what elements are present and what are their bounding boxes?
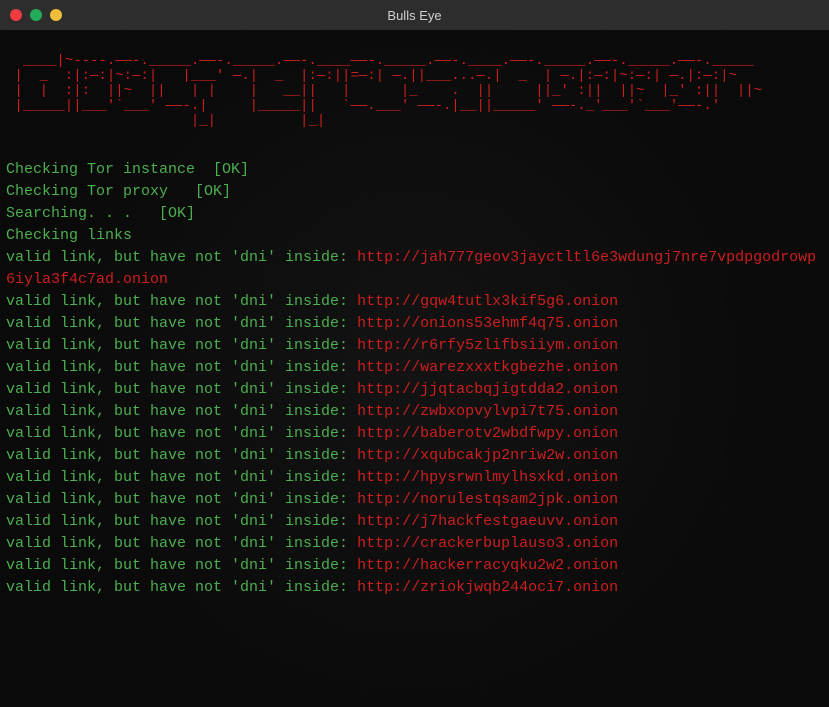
onion-url: http://zwbxopvylvpi7t75.onion [357,403,618,420]
check-label: Searching. . . [6,205,159,222]
link-line: valid link, but have not 'dni' inside: h… [6,489,823,511]
onion-url: http://zriokjwqb244oci7.onion [357,579,618,596]
links-list: valid link, but have not 'dni' inside: h… [6,247,823,599]
link-prefix: valid link, but have not 'dni' inside: [6,579,357,596]
window-controls [0,9,62,21]
link-prefix: valid link, but have not 'dni' inside: [6,381,357,398]
link-line: valid link, but have not 'dni' inside: h… [6,335,823,357]
check-status: [OK] [159,205,195,222]
ascii-banner: ____|~----.——-._____.——-._____.——-.____—… [6,54,823,129]
minimize-button[interactable] [30,9,42,21]
onion-url: http://hackerracyqku2w2.onion [357,557,618,574]
link-prefix: valid link, but have not 'dni' inside: [6,425,357,442]
onion-url: http://hpysrwnlmylhsxkd.onion [357,469,618,486]
titlebar: Bulls Eye [0,0,829,30]
maximize-button[interactable] [50,9,62,21]
link-line: valid link, but have not 'dni' inside: h… [6,577,823,599]
window-title: Bulls Eye [387,8,441,23]
check-status: [OK] [195,183,231,200]
link-prefix: valid link, but have not 'dni' inside: [6,337,357,354]
link-line: valid link, but have not 'dni' inside: h… [6,291,823,313]
link-line: valid link, but have not 'dni' inside: h… [6,247,823,291]
onion-url: http://j7hackfestgaeuvv.onion [357,513,618,530]
check-label: Checking Tor proxy [6,183,195,200]
onion-url: http://jjqtacbqjigtdda2.onion [357,381,618,398]
check-line: Checking Tor proxy [OK] [6,181,823,203]
check-label: Checking Tor instance [6,161,213,178]
link-prefix: valid link, but have not 'dni' inside: [6,469,357,486]
close-button[interactable] [10,9,22,21]
onion-url: http://baberotv2wbdfwpy.onion [357,425,618,442]
onion-url: http://warezxxxtkgbezhe.onion [357,359,618,376]
link-line: valid link, but have not 'dni' inside: h… [6,379,823,401]
check-line: Checking Tor instance [OK] [6,159,823,181]
link-line: valid link, but have not 'dni' inside: h… [6,357,823,379]
check-status: [OK] [213,161,249,178]
link-line: valid link, but have not 'dni' inside: h… [6,533,823,555]
link-line: valid link, but have not 'dni' inside: h… [6,467,823,489]
link-line: valid link, but have not 'dni' inside: h… [6,445,823,467]
link-prefix: valid link, but have not 'dni' inside: [6,557,357,574]
onion-url: http://crackerbuplauso3.onion [357,535,618,552]
check-line: Searching. . . [OK] [6,203,823,225]
link-prefix: valid link, but have not 'dni' inside: [6,513,357,530]
link-prefix: valid link, but have not 'dni' inside: [6,403,357,420]
link-prefix: valid link, but have not 'dni' inside: [6,535,357,552]
link-prefix: valid link, but have not 'dni' inside: [6,447,357,464]
link-line: valid link, but have not 'dni' inside: h… [6,511,823,533]
checks-list: Checking Tor instance [OK]Checking Tor p… [6,159,823,247]
onion-url: http://xqubcakjp2nriw2w.onion [357,447,618,464]
onion-url: http://norulestqsam2jpk.onion [357,491,618,508]
onion-url: http://onions53ehmf4q75.onion [357,315,618,332]
link-line: valid link, but have not 'dni' inside: h… [6,423,823,445]
link-prefix: valid link, but have not 'dni' inside: [6,293,357,310]
link-prefix: valid link, but have not 'dni' inside: [6,359,357,376]
onion-url: http://r6rfy5zlifbsiiym.onion [357,337,618,354]
link-line: valid link, but have not 'dni' inside: h… [6,313,823,335]
onion-url: http://gqw4tutlx3kif5g6.onion [357,293,618,310]
terminal-output[interactable]: ____|~----.——-._____.——-._____.——-.____—… [0,30,829,707]
link-prefix: valid link, but have not 'dni' inside: [6,249,357,266]
link-prefix: valid link, but have not 'dni' inside: [6,491,357,508]
check-label: Checking links [6,227,132,244]
link-line: valid link, but have not 'dni' inside: h… [6,555,823,577]
link-line: valid link, but have not 'dni' inside: h… [6,401,823,423]
check-line: Checking links [6,225,823,247]
link-prefix: valid link, but have not 'dni' inside: [6,315,357,332]
